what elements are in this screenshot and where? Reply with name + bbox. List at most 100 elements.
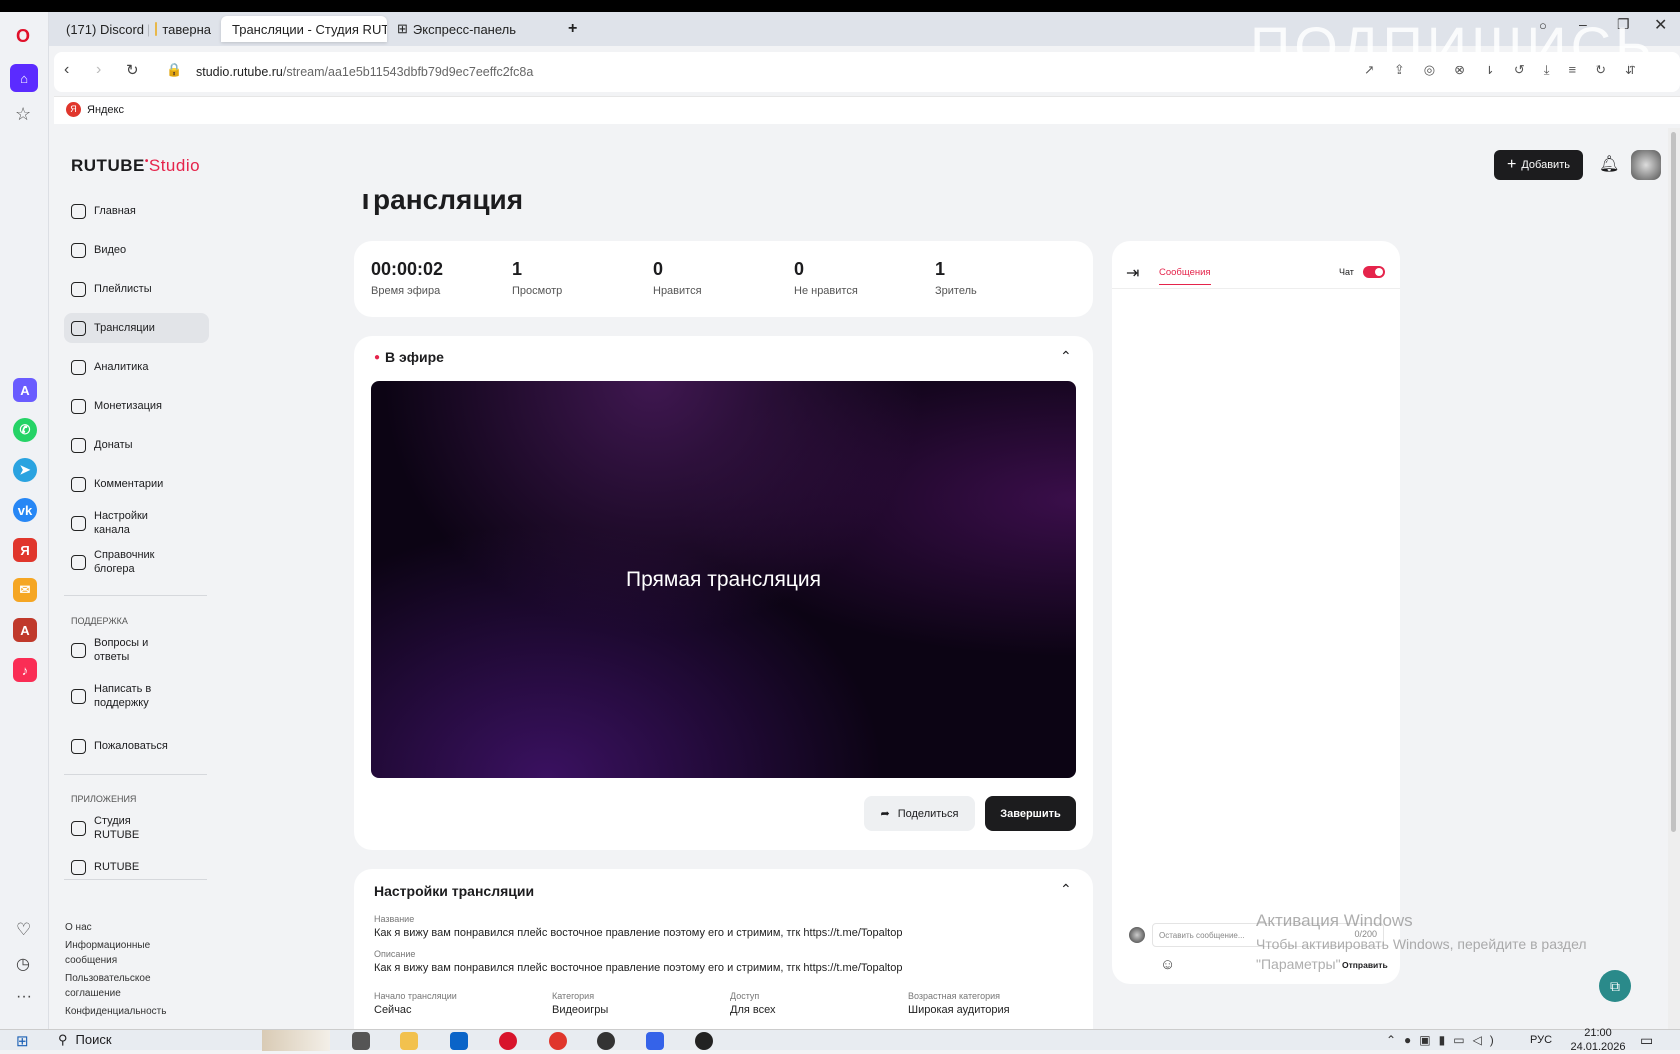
nav-label: Настройки канала bbox=[94, 510, 148, 536]
history-icon[interactable]: ◷ bbox=[16, 954, 30, 974]
sidebar-item-7[interactable]: Комментарии bbox=[64, 469, 209, 499]
finish-button[interactable]: Завершить bbox=[985, 796, 1076, 831]
support-item-0[interactable]: Вопросы и ответы bbox=[64, 635, 209, 665]
user-avatar bbox=[1129, 927, 1145, 943]
url-field[interactable]: studio.rutube.ru/stream/aa1e5b11543dbfb7… bbox=[196, 65, 533, 79]
video-player[interactable]: Прямая трансляция bbox=[371, 381, 1076, 778]
vk-icon[interactable]: vk bbox=[13, 498, 37, 522]
outlook-icon[interactable] bbox=[450, 1032, 468, 1050]
nav-label: Видео bbox=[94, 244, 127, 256]
app-taskbar-icon[interactable] bbox=[597, 1032, 615, 1050]
collapse-chevron-icon[interactable]: ⌃ bbox=[1060, 348, 1072, 365]
explorer-icon[interactable] bbox=[400, 1032, 418, 1050]
nav-label: Донаты bbox=[94, 439, 133, 451]
avatar[interactable] bbox=[1631, 150, 1661, 180]
heart-icon[interactable]: ♡ bbox=[16, 920, 31, 940]
send-button[interactable]: Отправить bbox=[1342, 960, 1388, 970]
support-item-2[interactable]: Пожаловаться bbox=[64, 731, 209, 761]
nav-icon bbox=[71, 281, 86, 297]
tab-speed-dial[interactable]: ⊞ Экспресс-панель bbox=[391, 16, 551, 42]
sidebar-item-1[interactable]: Видео bbox=[64, 235, 209, 265]
share-icon: ➦ bbox=[880, 808, 890, 820]
mail-icon[interactable]: ✉ bbox=[13, 578, 37, 602]
nav-icon bbox=[71, 820, 86, 836]
footer-link[interactable]: Конфиденциальность bbox=[65, 1004, 175, 1019]
sidebar-item-3[interactable]: Трансляции bbox=[64, 313, 209, 343]
footer-link[interactable]: О нас bbox=[65, 920, 175, 935]
more-icon[interactable]: ··· bbox=[16, 988, 32, 1006]
support-chat-button[interactable]: ⧉ bbox=[1599, 970, 1631, 1002]
close-icon[interactable]: ✕ bbox=[1654, 15, 1667, 35]
tab-rutube-studio[interactable]: Трансляции - Студия RUT bbox=[221, 16, 387, 42]
collapse-chat-icon[interactable]: ⇥ bbox=[1126, 263, 1139, 283]
tab-discord[interactable]: (171) Discord | bbox=[55, 16, 149, 42]
rutube-studio-logo[interactable]: RUTUBE•Studio bbox=[71, 156, 200, 176]
stat-label: Зритель bbox=[935, 285, 977, 297]
field-value: Сейчас bbox=[374, 1004, 412, 1016]
app-item-0[interactable]: Студия RUTUBE bbox=[64, 813, 209, 843]
language-indicator[interactable]: РУС bbox=[1530, 1034, 1552, 1046]
taskbar-search[interactable]: ⚲ Поиск bbox=[58, 1032, 112, 1048]
new-tab-button[interactable]: + bbox=[562, 16, 583, 42]
reload-icon[interactable]: ↻ bbox=[126, 61, 139, 79]
nav-icon bbox=[71, 554, 86, 570]
aria-icon[interactable]: A bbox=[13, 378, 37, 402]
sidebar-item-8[interactable]: Настройки канала bbox=[64, 508, 209, 538]
activation-watermark-text: Чтобы активировать Windows, перейдите в … bbox=[1256, 936, 1587, 952]
sidebar-item-0[interactable]: Главная bbox=[64, 196, 209, 226]
activation-watermark-text2: "Параметры" bbox=[1256, 956, 1341, 972]
apps-heading: ПРИЛОЖЕНИЯ bbox=[71, 794, 137, 804]
tray-icons[interactable]: ⌃●▣▮▭◁) bbox=[1386, 1033, 1502, 1047]
tab-messages[interactable]: Сообщения bbox=[1159, 267, 1211, 285]
telegram-icon[interactable]: ➤ bbox=[13, 458, 37, 482]
opera-logo-icon[interactable]: O bbox=[16, 26, 30, 47]
scrollbar[interactable] bbox=[1668, 128, 1680, 1029]
nav-icon bbox=[71, 242, 86, 258]
music-icon[interactable]: ♪ bbox=[13, 658, 37, 682]
task-view-icon[interactable] bbox=[352, 1032, 370, 1050]
yandex-icon[interactable]: Я bbox=[13, 538, 37, 562]
notifications-icon[interactable]: ▭ bbox=[1640, 1032, 1653, 1049]
collapse-chevron-icon[interactable]: ⌃ bbox=[1060, 881, 1072, 898]
yandex-taskbar-icon[interactable] bbox=[549, 1032, 567, 1050]
grid-icon: ⊞ bbox=[397, 21, 408, 36]
roblox-icon[interactable] bbox=[646, 1032, 664, 1050]
nav-label: Плейлисты bbox=[94, 283, 152, 295]
chat-toggle[interactable] bbox=[1363, 266, 1385, 278]
stat-value: 1 bbox=[935, 259, 946, 279]
share-button[interactable]: ➦ Поделиться bbox=[864, 796, 975, 831]
star-icon[interactable]: ☆ bbox=[15, 104, 31, 125]
footer-link[interactable]: Пользовательское соглашение bbox=[65, 971, 175, 1001]
nav-label: Справочник блогера bbox=[94, 549, 155, 575]
add-button[interactable]: + Добавить bbox=[1494, 150, 1583, 180]
obs-icon[interactable] bbox=[695, 1032, 713, 1050]
bookmark-yandex[interactable]: Я Яндекс bbox=[66, 102, 124, 117]
forward-icon[interactable]: › bbox=[96, 61, 101, 79]
app-item-1[interactable]: RUTUBE bbox=[64, 852, 209, 882]
tab-taverna[interactable]: таверна bbox=[149, 16, 217, 42]
name-label: Название bbox=[374, 914, 415, 924]
stat-value: 00:00:02 bbox=[371, 259, 444, 279]
sidebar-item-2[interactable]: Плейлисты bbox=[64, 274, 209, 304]
settings-field: Доступ Для всех bbox=[730, 991, 775, 1016]
opera-taskbar-icon[interactable] bbox=[499, 1032, 517, 1050]
field-value: Для всех bbox=[730, 1004, 776, 1016]
sidebar-item-6[interactable]: Донаты bbox=[64, 430, 209, 460]
back-icon[interactable]: ‹ bbox=[64, 61, 69, 79]
sidebar-item-4[interactable]: Аналитика bbox=[64, 352, 209, 382]
stat-2: 0 Нравится bbox=[653, 259, 702, 297]
support-item-1[interactable]: Написать в поддержку bbox=[64, 681, 209, 711]
translate-icon[interactable]: A bbox=[13, 618, 37, 642]
sidebar-item-9[interactable]: Справочник блогера bbox=[64, 547, 209, 577]
emoji-icon[interactable]: ☺ bbox=[1160, 956, 1175, 973]
bell-icon[interactable]: 🔔︎ bbox=[1599, 154, 1619, 174]
windows-start-icon[interactable]: ⊞ bbox=[16, 1032, 29, 1050]
sidebar-item-5[interactable]: Монетизация bbox=[64, 391, 209, 421]
whatsapp-icon[interactable]: ✆ bbox=[13, 418, 37, 442]
footer-link[interactable]: Информационные сообщения bbox=[65, 938, 175, 968]
stat-value: 1 bbox=[512, 259, 523, 279]
logo-text: RUTUBE bbox=[71, 156, 145, 175]
home-icon[interactable]: ⌂ bbox=[10, 64, 38, 92]
nav-icon bbox=[71, 359, 86, 375]
stream-name: Как я вижу вам понравился плейс восточно… bbox=[374, 927, 903, 939]
